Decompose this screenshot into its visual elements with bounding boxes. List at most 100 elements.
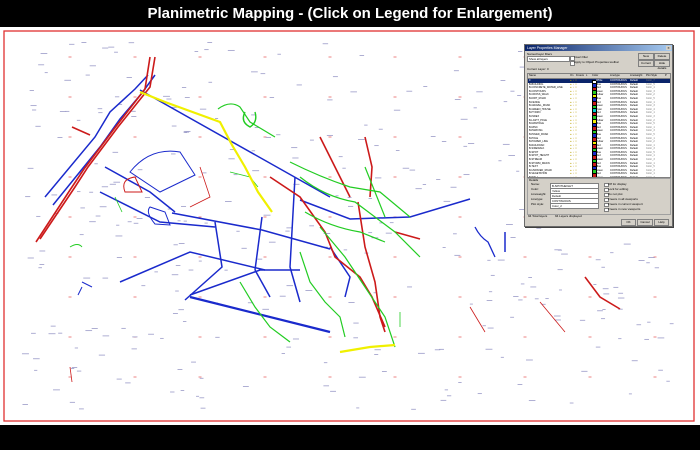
- new-button[interactable]: New: [638, 53, 654, 60]
- map-annotation-mark: [623, 243, 631, 245]
- bottom-bar: [0, 425, 700, 450]
- map-annotation-mark: [530, 286, 537, 288]
- map-annotation-mark: [422, 184, 427, 185]
- hide-details-button[interactable]: Hide details: [654, 60, 670, 70]
- map-annotation-mark: [251, 71, 258, 73]
- cancel-button[interactable]: Cancel: [637, 219, 653, 226]
- map-annotation-mark: [204, 49, 209, 51]
- map-annotation-mark: [497, 259, 505, 261]
- map-annotation-mark: [434, 349, 441, 351]
- map-annotation-mark: [33, 358, 40, 360]
- map-annotation-mark: [160, 337, 164, 339]
- map-annotation-mark: [618, 292, 624, 294]
- layer-table[interactable]: Name On Freeze L Color Linetype Lineweig…: [527, 73, 671, 178]
- map-annotation-mark: [58, 332, 63, 334]
- map-annotation-mark: [648, 257, 655, 258]
- map-annotation-mark: [368, 232, 373, 234]
- map-annotation-mark: [348, 302, 355, 303]
- apply-toolbar-label: Apply to Object Properties toolbar: [574, 60, 619, 64]
- map-annotation-mark: [183, 130, 191, 132]
- col-lineweight[interactable]: Lineweight: [630, 74, 642, 78]
- map-annotation-mark: [196, 395, 200, 397]
- map-annotation-mark: [89, 191, 94, 193]
- map-annotation-mark: [79, 234, 84, 236]
- col-linetype[interactable]: Linetype: [610, 74, 620, 78]
- map-annotation-mark: [476, 91, 483, 93]
- details-plot-style-select[interactable]: Color_2: [550, 202, 599, 209]
- map-annotation-mark: [292, 157, 299, 159]
- map-annotation-mark: [29, 90, 34, 91]
- map-annotation-mark: [263, 214, 271, 216]
- map-annotation-mark: [536, 227, 542, 229]
- map-annotation-mark: [131, 116, 137, 117]
- col-on[interactable]: On: [570, 74, 573, 78]
- map-annotation-mark: [183, 220, 187, 222]
- details-plot-style-label: Plot style:: [531, 202, 545, 206]
- map-annotation-mark: [454, 254, 461, 256]
- map-annotation-mark: [51, 194, 58, 196]
- map-annotation-mark: [657, 337, 665, 339]
- ok-button[interactable]: OK: [621, 219, 636, 226]
- map-annotation-mark: [178, 243, 185, 244]
- map-annotation-mark: [53, 389, 60, 391]
- map-annotation-mark: [407, 286, 413, 288]
- planimetric-map[interactable]: Layer Properties Manager ✕ Named layer f…: [0, 27, 700, 425]
- layer-properties-dialog[interactable]: Layer Properties Manager ✕ Named layer f…: [524, 44, 673, 227]
- map-annotation-mark: [520, 283, 525, 285]
- map-annotation-mark: [185, 131, 190, 133]
- filter-select[interactable]: Show all layers: [527, 56, 570, 62]
- map-annotation-mark: [101, 186, 109, 188]
- map-annotation-mark: [658, 369, 663, 371]
- map-annotation-mark: [133, 222, 139, 224]
- map-annotation-mark: [353, 337, 359, 339]
- col-name[interactable]: Name: [529, 74, 536, 78]
- map-annotation-mark: [91, 328, 98, 329]
- map-annotation-mark: [233, 174, 238, 176]
- map-annotation-mark: [141, 285, 146, 287]
- help-button[interactable]: Help: [654, 219, 669, 226]
- map-annotation-mark: [342, 167, 346, 169]
- contour-lines: [114, 103, 421, 348]
- map-annotation-mark: [453, 70, 459, 72]
- map-annotation-mark: [482, 325, 486, 327]
- map-annotation-mark: [181, 205, 187, 207]
- map-annotation-mark: [116, 257, 122, 258]
- map-annotation-mark: [327, 99, 333, 101]
- map-annotation-mark: [188, 269, 194, 271]
- col-color[interactable]: Color: [592, 74, 598, 78]
- map-annotation-mark: [654, 267, 660, 269]
- col-plot-style[interactable]: Plot Style: [646, 74, 657, 78]
- map-annotation-mark: [485, 348, 493, 350]
- map-annotation-mark: [268, 241, 276, 243]
- map-annotation-mark: [236, 230, 240, 232]
- map-annotation-mark: [115, 235, 123, 237]
- col-lock[interactable]: L: [586, 74, 587, 78]
- map-annotation-mark: [347, 197, 352, 198]
- map-annotation-mark: [508, 155, 515, 156]
- dialog-titlebar[interactable]: Layer Properties Manager ✕: [525, 45, 672, 51]
- map-annotation-mark: [411, 408, 416, 410]
- map-annotation-mark: [579, 319, 586, 321]
- close-icon[interactable]: ✕: [666, 46, 671, 50]
- delete-button[interactable]: Delete: [654, 53, 670, 60]
- map-annotation-mark: [194, 51, 199, 52]
- map-annotation-mark: [95, 215, 101, 217]
- map-annotation-mark: [528, 400, 536, 402]
- current-button[interactable]: Current: [638, 60, 654, 67]
- map-annotation-mark: [374, 145, 379, 147]
- map-annotation-mark: [602, 309, 606, 310]
- col-freeze[interactable]: Freeze: [576, 74, 584, 78]
- map-annotation-mark: [502, 143, 510, 145]
- col-plot[interactable]: P: [665, 74, 667, 78]
- map-annotation-mark: [323, 362, 328, 364]
- map-annotation-mark: [269, 97, 275, 98]
- map-annotation-mark: [644, 338, 649, 340]
- map-annotation-mark: [76, 191, 81, 193]
- map-annotation-mark: [569, 402, 574, 404]
- map-annotation-mark: [30, 105, 37, 107]
- map-annotation-mark: [335, 195, 339, 197]
- map-annotation-mark: [109, 183, 116, 185]
- map-annotation-mark: [517, 95, 522, 96]
- map-annotation-mark: [36, 215, 41, 217]
- current-layer-label: Current Layer: 0: [527, 67, 549, 71]
